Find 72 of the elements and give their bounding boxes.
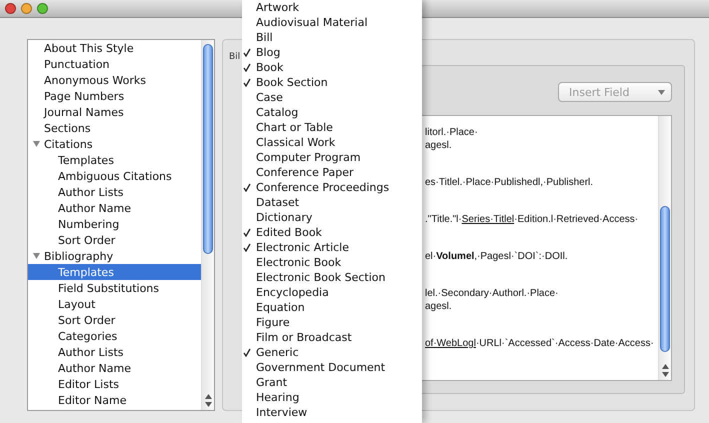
sidebar-item[interactable]: Bibliography bbox=[28, 248, 201, 264]
menu-item[interactable]: Equation bbox=[242, 300, 422, 315]
sidebar-item[interactable]: Field Substitutions bbox=[28, 280, 201, 296]
sidebar-item[interactable]: Author Name bbox=[28, 200, 201, 216]
sidebar-item[interactable]: Author Lists bbox=[28, 184, 201, 200]
menu-item[interactable]: Computer Program bbox=[242, 150, 422, 165]
sidebar-item[interactable]: Author Lists bbox=[28, 344, 201, 360]
menu-item[interactable]: Dictionary bbox=[242, 210, 422, 225]
menu-item[interactable]: Conference Paper bbox=[242, 165, 422, 180]
scrollbar[interactable] bbox=[658, 116, 671, 380]
menu-item[interactable]: Government Document bbox=[242, 360, 422, 375]
sidebar-item[interactable]: Sections bbox=[28, 120, 201, 136]
template-line: el·Volumel,·Pagesl·`DOI`:·DOIl. bbox=[425, 250, 569, 263]
menu-item[interactable]: Catalog bbox=[242, 105, 422, 120]
scroll-down-icon[interactable] bbox=[662, 372, 668, 377]
menu-item[interactable]: Bill bbox=[242, 30, 422, 45]
sidebar-item[interactable]: Editor Name bbox=[28, 392, 201, 408]
minimize-button[interactable] bbox=[21, 3, 32, 14]
sidebar-item[interactable]: Editor Lists bbox=[28, 376, 201, 392]
zoom-button[interactable] bbox=[37, 3, 48, 14]
menu-item[interactable]: Case bbox=[242, 90, 422, 105]
scroll-up-icon[interactable] bbox=[204, 394, 212, 399]
template-line: lel.·Secondary·Authorl.·Place· bbox=[425, 287, 560, 300]
sidebar-item[interactable]: Templates bbox=[28, 152, 201, 168]
scrollbar[interactable] bbox=[201, 40, 214, 410]
menu-item[interactable]: Audiovisual Material bbox=[242, 15, 422, 30]
group-label: Bil bbox=[229, 52, 240, 62]
sidebar-item[interactable]: Numbering bbox=[28, 216, 201, 232]
sidebar-item[interactable]: Author Name bbox=[28, 360, 201, 376]
menu-item[interactable]: Encyclopedia bbox=[242, 285, 422, 300]
menu-item[interactable]: Figure bbox=[242, 315, 422, 330]
menu-item[interactable]: Blog bbox=[242, 45, 422, 60]
template-line: agesl. bbox=[425, 139, 453, 152]
sidebar-item[interactable]: Sort Order bbox=[28, 232, 201, 248]
sidebar-item[interactable]: Page Numbers bbox=[28, 88, 201, 104]
menu-item[interactable]: Interview bbox=[242, 405, 422, 420]
sidebar-item[interactable]: Categories bbox=[28, 328, 201, 344]
menu-item[interactable]: Dataset bbox=[242, 195, 422, 210]
sidebar-item[interactable]: Templates bbox=[28, 264, 201, 280]
sidebar-item[interactable]: Punctuation bbox=[28, 56, 201, 72]
template-line: agesl. bbox=[425, 300, 453, 313]
menu-item[interactable]: Film or Broadcast bbox=[242, 330, 422, 345]
menu-item[interactable]: Artwork bbox=[242, 0, 422, 15]
menu-item[interactable]: Electronic Book bbox=[242, 255, 422, 270]
menu-item[interactable]: Hearing bbox=[242, 390, 422, 405]
sidebar-item[interactable]: Anonymous Works bbox=[28, 72, 201, 88]
close-button[interactable] bbox=[5, 3, 16, 14]
menu-item[interactable]: Electronic Book Section bbox=[242, 270, 422, 285]
disclosure-triangle-icon[interactable] bbox=[33, 141, 40, 147]
scroll-down-icon[interactable] bbox=[204, 402, 212, 407]
disclosure-triangle-icon[interactable] bbox=[33, 253, 40, 259]
menu-item[interactable]: Electronic Article bbox=[242, 240, 422, 255]
menu-item[interactable]: Generic bbox=[242, 345, 422, 360]
template-line: litorl.·Place· bbox=[425, 126, 479, 139]
menu-item[interactable]: Conference Proceedings bbox=[242, 180, 422, 195]
menu-item[interactable]: Book Section bbox=[242, 75, 422, 90]
menu-item[interactable]: Grant bbox=[242, 375, 422, 390]
caret-icon bbox=[658, 90, 665, 94]
scroll-up-icon[interactable] bbox=[662, 364, 668, 369]
sidebar-item[interactable]: Journal Names bbox=[28, 104, 201, 120]
sidebar-item[interactable]: Sort Order bbox=[28, 312, 201, 328]
sidebar-item[interactable]: Layout bbox=[28, 296, 201, 312]
template-line: of·WebLogl·URLl·`Accessed`·Access·Date·Access· bbox=[425, 337, 655, 350]
menu-item[interactable]: Book bbox=[242, 60, 422, 75]
menu-item[interactable]: Chart or Table bbox=[242, 120, 422, 135]
template-line: es·Titlel.·Place·Publishedl,·Publisherl. bbox=[425, 176, 594, 189]
template-line: ."Title."l·Series·Titlel·Edition.l·Retrieved·Access· bbox=[425, 213, 640, 226]
sidebar-item[interactable]: Citations bbox=[28, 136, 201, 152]
menu-item[interactable]: Classical Work bbox=[242, 135, 422, 150]
menu-item[interactable]: Edited Book bbox=[242, 225, 422, 240]
sidebar-item[interactable]: Ambiguous Citations bbox=[28, 168, 201, 184]
sidebar-item[interactable]: About This Style bbox=[28, 40, 201, 56]
